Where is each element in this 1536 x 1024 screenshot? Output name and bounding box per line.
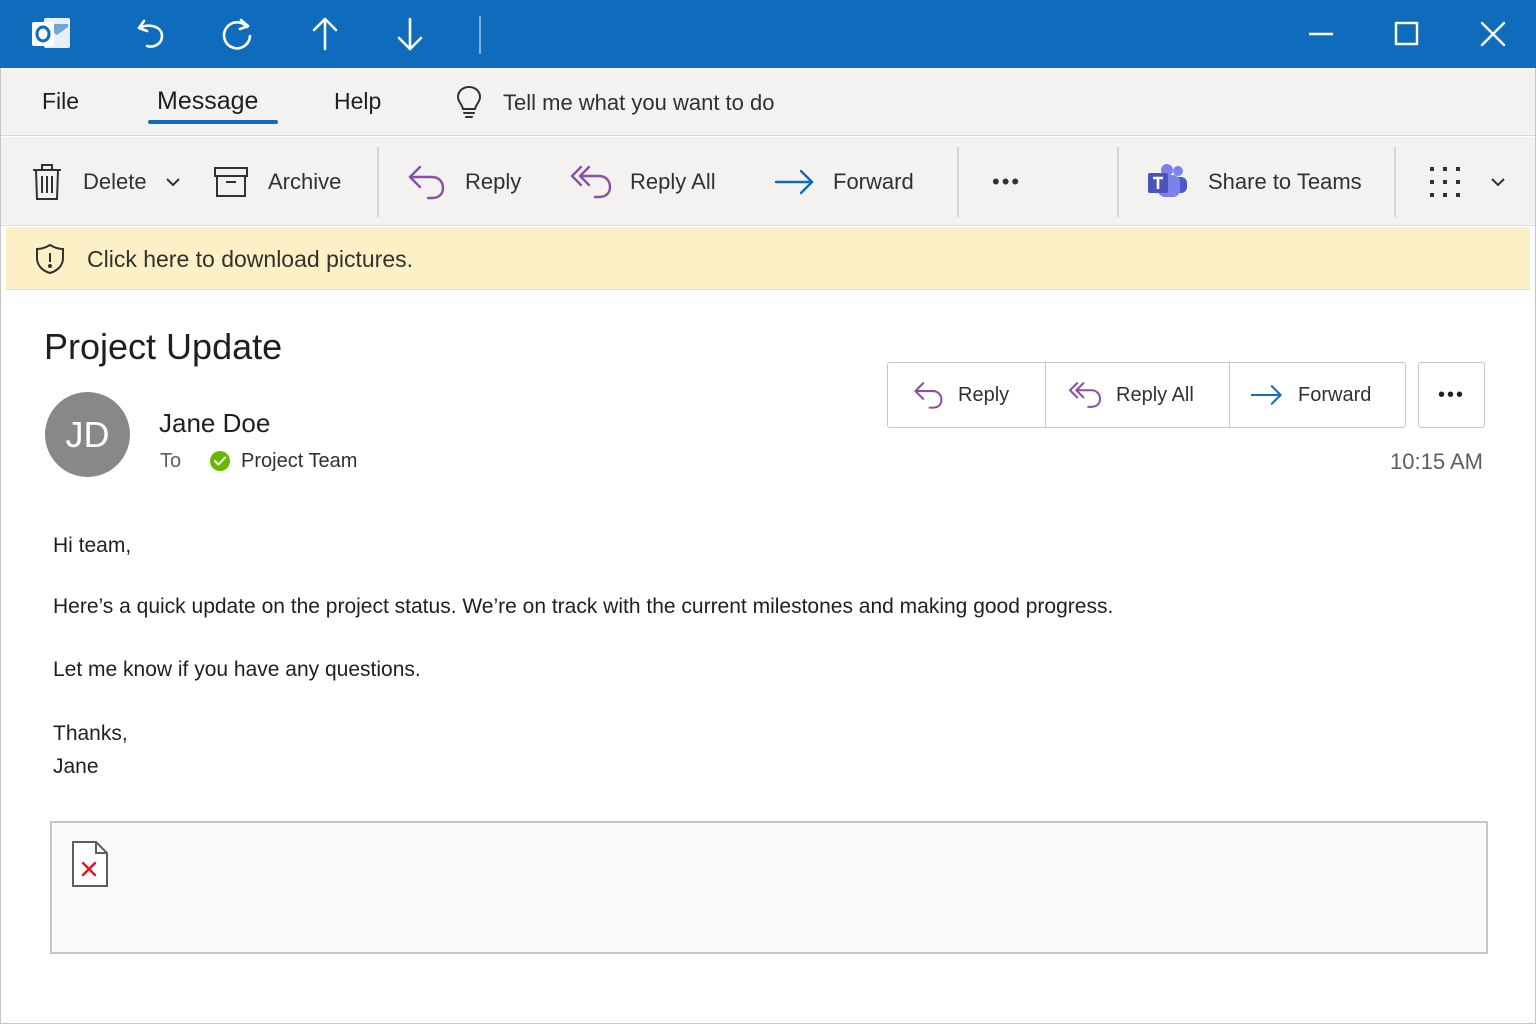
forward-icon (1250, 385, 1282, 405)
delete-button[interactable]: Delete (31, 137, 181, 226)
sender-name[interactable]: Jane Doe (159, 408, 270, 439)
apps-button[interactable] (1428, 137, 1462, 226)
reply-label: Reply (465, 168, 522, 194)
archive-label: Archive (268, 168, 342, 194)
reply-all-label: Reply All (630, 168, 716, 194)
reply-label: Reply (958, 383, 1010, 406)
to-label: To (160, 450, 182, 472)
infobar-text: Click here to download pictures. (87, 246, 413, 272)
more-icon: ••• (992, 168, 1022, 194)
reply-icon (408, 165, 445, 199)
avatar[interactable]: JD (45, 392, 130, 477)
title-bar (0, 0, 1536, 68)
minimize-icon[interactable] (1298, 0, 1344, 68)
message-reply-button[interactable]: Reply (888, 363, 1046, 427)
message-actions-group: Reply Reply All Forward (887, 362, 1406, 428)
forward-label: Forward (1298, 383, 1372, 406)
forward-label: Forward (833, 168, 914, 194)
next-item-icon[interactable] (387, 0, 433, 68)
share-to-teams-button[interactable]: Share to Teams (1147, 137, 1362, 226)
download-pictures-infobar[interactable]: Click here to download pictures. (6, 227, 1530, 290)
reply-all-label: Reply All (1116, 383, 1194, 406)
forward-icon (774, 169, 814, 194)
presence-available-icon (210, 451, 230, 471)
menu-message[interactable]: Message (157, 87, 258, 116)
trash-icon (33, 163, 61, 200)
ribbon-separator (957, 147, 959, 217)
undo-icon[interactable] (128, 0, 174, 68)
body-signature: Jane (53, 755, 99, 778)
archive-button[interactable]: Archive (213, 137, 341, 226)
maximize-icon[interactable] (1384, 0, 1430, 68)
lightbulb-icon[interactable] (454, 84, 484, 125)
reply-all-icon (1068, 382, 1102, 408)
message-forward-button[interactable]: Forward (1230, 363, 1405, 427)
forward-button[interactable]: Forward (774, 137, 914, 226)
more-actions-button[interactable]: ••• (992, 137, 1021, 226)
message-reply-all-button[interactable]: Reply All (1046, 363, 1230, 427)
body-greeting: Hi team, (53, 534, 132, 557)
tell-me-search[interactable]: Tell me what you want to do (503, 90, 774, 116)
close-icon[interactable] (1470, 0, 1516, 68)
message-more-button[interactable]: ••• (1418, 362, 1485, 428)
redo-icon[interactable] (214, 0, 260, 68)
outlook-icon (28, 0, 74, 68)
reply-all-button[interactable]: Reply All (570, 137, 716, 226)
delete-label: Delete (83, 168, 147, 194)
body-paragraph: Let me know if you have any questions. (53, 658, 421, 681)
reply-all-icon (570, 165, 612, 198)
ribbon-separator (377, 147, 379, 217)
broken-image-icon (72, 841, 108, 887)
ribbon-toolbar: Delete Archive Reply Reply All Forward •… (0, 137, 1536, 226)
active-tab-indicator (148, 120, 278, 124)
titlebar-separator (479, 16, 481, 54)
previous-item-icon[interactable] (302, 0, 348, 68)
reply-icon (914, 382, 943, 409)
recipient-name[interactable]: Project Team (241, 450, 357, 473)
ribbon-separator (1394, 147, 1396, 217)
shield-icon (36, 243, 64, 275)
message-time: 10:15 AM (1390, 449, 1483, 474)
body-paragraph: Here’s a quick update on the project sta… (53, 595, 1114, 618)
body-signoff: Thanks, (53, 722, 128, 745)
ribbon-separator (1117, 147, 1119, 217)
archive-icon (214, 166, 248, 197)
menu-help[interactable]: Help (334, 88, 381, 115)
menu-file[interactable]: File (42, 88, 79, 115)
more-icon: ••• (1437, 383, 1465, 406)
chevron-down-icon[interactable] (165, 177, 181, 187)
teams-icon (1148, 163, 1187, 197)
share-to-teams-label: Share to Teams (1208, 168, 1362, 194)
message-subject: Project Update (44, 326, 283, 367)
ribbon-expand-button[interactable] (1490, 137, 1506, 226)
reply-button[interactable]: Reply (406, 137, 521, 226)
chevron-down-icon (1491, 177, 1505, 186)
apps-grid-icon (1430, 166, 1460, 197)
blocked-image-placeholder[interactable] (50, 821, 1488, 954)
